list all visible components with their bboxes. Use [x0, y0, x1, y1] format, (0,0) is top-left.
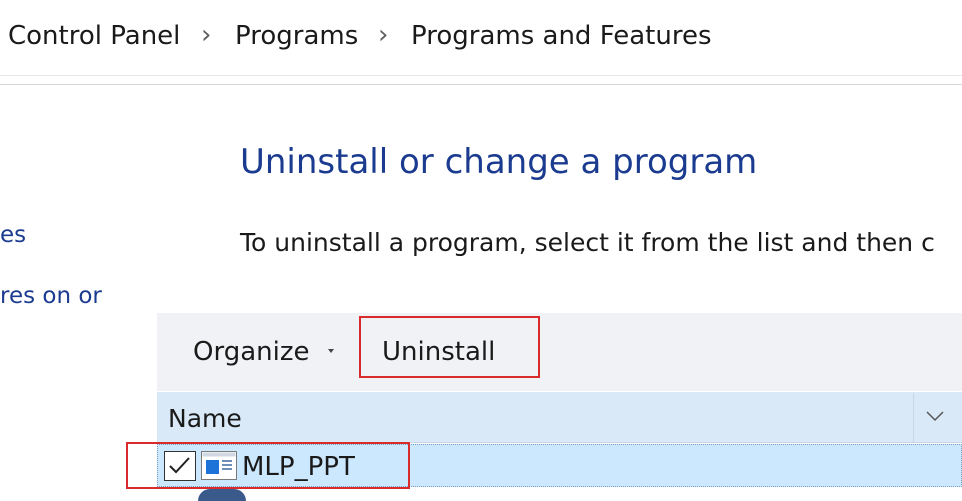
page-description: To uninstall a program, select it from t…	[240, 228, 935, 257]
chevron-right-icon: ›	[201, 20, 212, 50]
uninstall-button[interactable]: Uninstall	[382, 337, 495, 367]
column-header-row	[157, 392, 962, 443]
sidebar-link-installed-updates[interactable]: es	[0, 222, 26, 248]
column-header-name[interactable]: Name	[168, 404, 242, 433]
row-highlight	[126, 442, 410, 489]
divider	[0, 75, 962, 76]
organize-button[interactable]: Organize	[193, 337, 309, 367]
breadcrumb-programs-and-features[interactable]: Programs and Features	[411, 21, 712, 51]
divider	[0, 84, 962, 85]
page-title: Uninstall or change a program	[240, 142, 758, 182]
column-separator[interactable]	[913, 393, 914, 442]
chevron-right-icon: ›	[378, 20, 389, 50]
chevron-down-icon[interactable]	[328, 349, 334, 353]
sidebar-link-windows-features[interactable]: res on or	[0, 283, 102, 309]
chevron-down-icon[interactable]	[925, 410, 945, 422]
breadcrumb-programs[interactable]: Programs	[235, 21, 358, 51]
program-icon	[198, 489, 246, 501]
breadcrumb-control-panel[interactable]: Control Panel	[8, 21, 180, 51]
